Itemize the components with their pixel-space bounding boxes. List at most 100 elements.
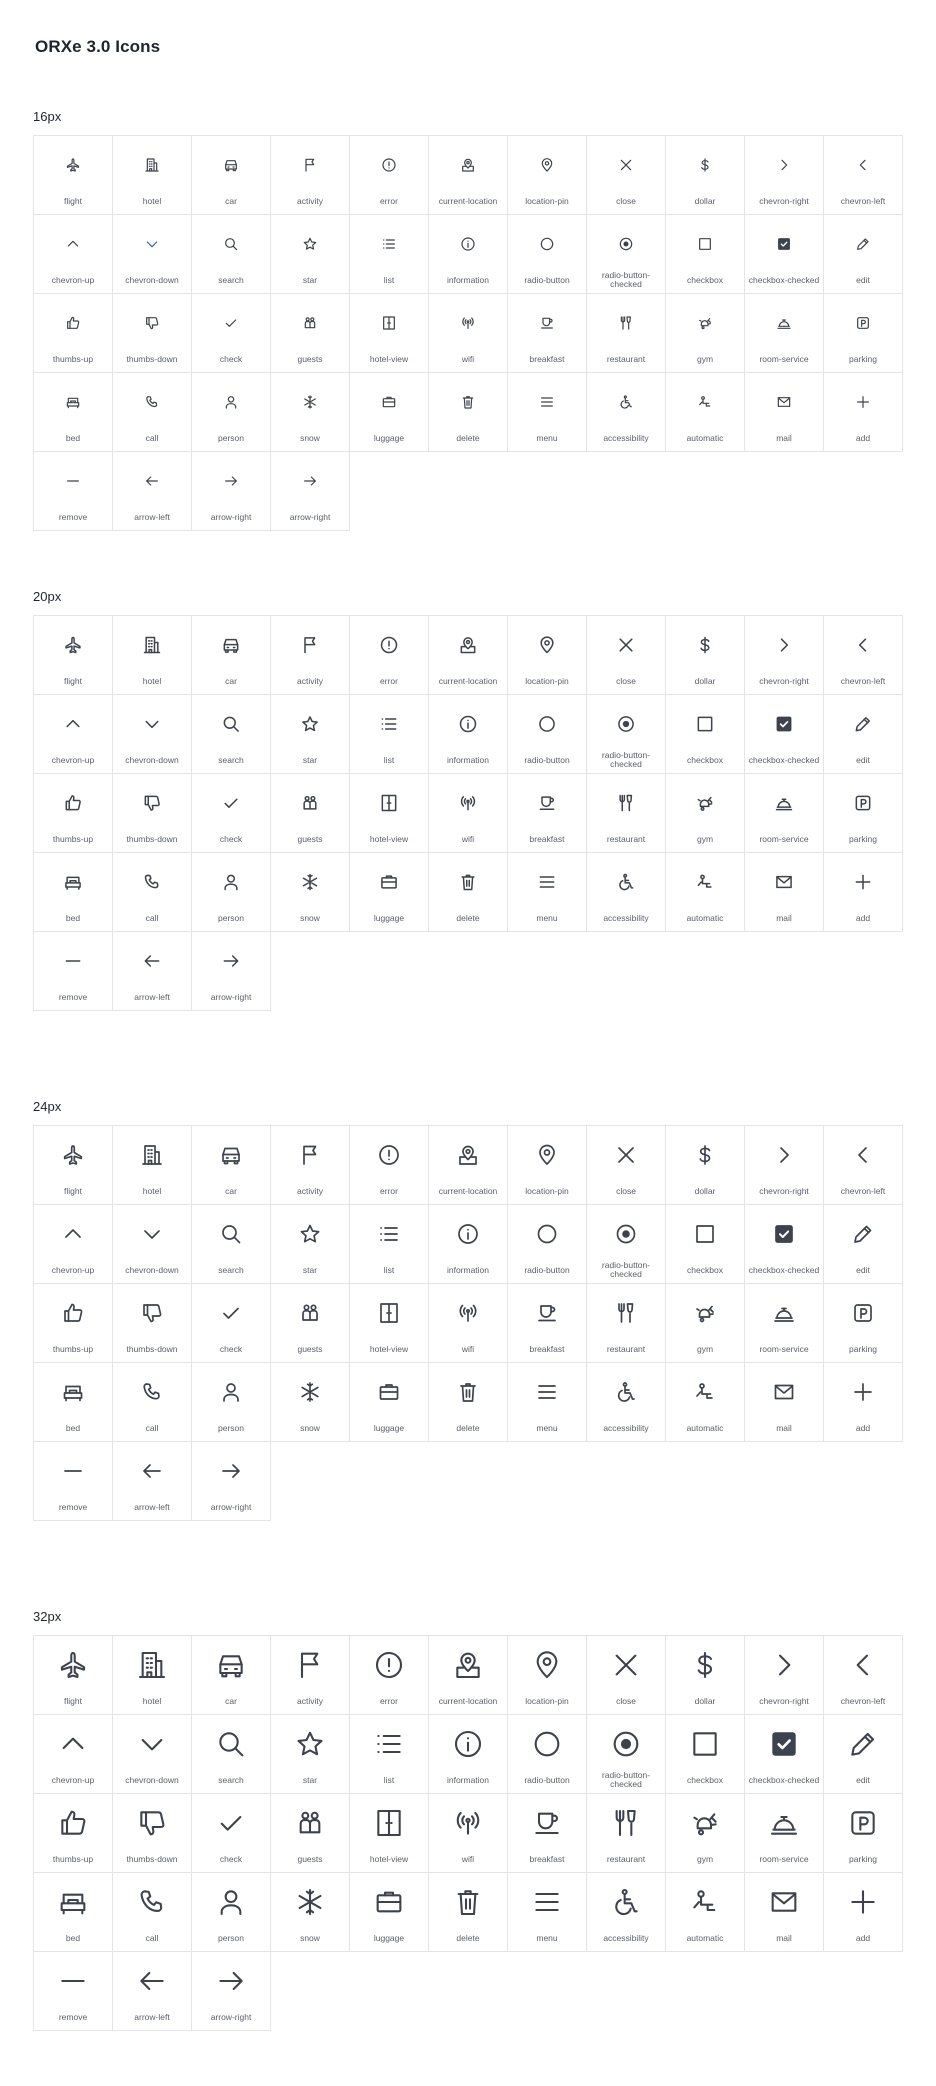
icon-tile-delete: delete — [429, 1363, 508, 1442]
icon-tile-chevron-left: chevron-left — [824, 1126, 903, 1205]
icon-label: edit — [856, 274, 870, 285]
star-icon — [298, 1222, 322, 1246]
icon-label: star — [302, 754, 318, 765]
bed-icon — [61, 1380, 85, 1404]
icon-tile-radio-button: radio-button — [508, 1715, 587, 1794]
bed-icon — [63, 872, 83, 892]
icon-tile-gym: gym — [666, 294, 745, 373]
gym-icon — [695, 793, 715, 813]
list-icon — [381, 236, 397, 252]
icon-tile-hotel-view: hotel-view — [350, 1284, 429, 1363]
radio-button-checked-icon — [610, 1728, 642, 1760]
page-title: ORXe 3.0 Icons — [35, 37, 161, 56]
icon-label: mail — [776, 912, 792, 923]
icon-label: edit — [856, 754, 870, 765]
icon-tile-error: error — [350, 136, 429, 215]
icon-label: call — [145, 1932, 159, 1943]
icon-tile-search: search — [192, 215, 271, 294]
call-icon — [136, 1886, 168, 1918]
menu-icon — [539, 394, 555, 410]
icon-tile-information: information — [429, 1715, 508, 1794]
icon-tile-checkbox-checked: checkbox-checked — [745, 695, 824, 774]
luggage-icon — [379, 872, 399, 892]
icon-tile-location-pin: location-pin — [508, 136, 587, 215]
menu-icon — [531, 1886, 563, 1918]
edit-icon — [855, 236, 871, 252]
thumbs-up-icon — [61, 1301, 85, 1325]
hotel-icon — [136, 1649, 168, 1681]
current-location-icon — [460, 157, 476, 173]
error-icon — [373, 1649, 405, 1681]
hotel-icon — [140, 1143, 164, 1167]
icon-label: arrow-left — [134, 1501, 170, 1512]
edit-icon — [853, 714, 873, 734]
guests-icon — [294, 1807, 326, 1839]
icon-label: thumbs-down — [126, 1853, 178, 1864]
icon-tile-activity: activity — [271, 136, 350, 215]
radio-button-icon — [535, 1222, 559, 1246]
icon-tile-breakfast: breakfast — [508, 294, 587, 373]
icon-label: add — [855, 1422, 871, 1433]
thumbs-up-icon — [63, 793, 83, 813]
icon-label: radio-button — [524, 274, 570, 285]
icon-tile-mail: mail — [745, 853, 824, 932]
icon-label: information — [446, 754, 490, 765]
icon-label: guests — [297, 1343, 323, 1354]
close-icon — [610, 1649, 642, 1681]
person-icon — [221, 872, 241, 892]
icon-label: edit — [856, 1264, 870, 1275]
icon-tile-search: search — [192, 1715, 271, 1794]
chevron-up-icon — [61, 1222, 85, 1246]
icon-tile-arrow-right: arrow-right — [192, 452, 271, 531]
restaurant-icon — [614, 1301, 638, 1325]
icon-tile-snow: snow — [271, 853, 350, 932]
icon-tile-gym: gym — [666, 1794, 745, 1873]
icon-label: thumbs-up — [52, 353, 94, 364]
icon-label: bed — [65, 1422, 81, 1433]
icon-tile-activity: activity — [271, 1126, 350, 1205]
person-icon — [219, 1380, 243, 1404]
icon-tile-activity: activity — [271, 616, 350, 695]
icon-tile-person: person — [192, 1873, 271, 1952]
icon-tile-checkbox: checkbox — [666, 215, 745, 294]
icon-label: edit — [856, 1774, 870, 1785]
icon-tile-wifi: wifi — [429, 294, 508, 373]
star-icon — [294, 1728, 326, 1760]
icon-label: checkbox-checked — [748, 274, 820, 285]
radio-button-icon — [531, 1728, 563, 1760]
icon-label: arrow-left — [134, 991, 170, 1002]
room-service-icon — [768, 1807, 800, 1839]
icon-tile-breakfast: breakfast — [508, 774, 587, 853]
accessibility-icon — [616, 872, 636, 892]
current-location-icon — [456, 1143, 480, 1167]
icon-label: hotel-view — [369, 353, 409, 364]
icon-tile-chevron-down: chevron-down — [113, 695, 192, 774]
gym-icon — [693, 1301, 717, 1325]
icon-label: chevron-up — [51, 754, 95, 765]
icon-label: hotel-view — [369, 1343, 409, 1354]
icon-label: chevron-down — [125, 1774, 179, 1785]
hotel-view-icon — [379, 793, 399, 813]
icon-label: luggage — [373, 1422, 405, 1433]
gym-icon — [689, 1807, 721, 1839]
icon-tile-add: add — [824, 373, 903, 452]
dollar-icon — [693, 1143, 717, 1167]
arrow-left-icon — [142, 951, 162, 971]
icon-label: chevron-left — [840, 1185, 886, 1196]
icon-section-16: 16px flight hotel car activity error current-… — [33, 108, 903, 531]
icon-tile-arrow-left: arrow-left — [113, 452, 192, 531]
close-icon — [614, 1143, 638, 1167]
icon-label: person — [218, 432, 244, 443]
icon-tile-restaurant: restaurant — [587, 294, 666, 373]
icon-label: restaurant — [606, 1853, 646, 1864]
list-icon — [377, 1222, 401, 1246]
icon-tile-chevron-up: chevron-up — [34, 1205, 113, 1284]
icon-label: snow — [300, 432, 320, 443]
checkbox-icon — [695, 714, 715, 734]
radio-button-checked-icon — [616, 714, 636, 734]
icon-label: car — [225, 195, 237, 206]
checkbox-checked-icon — [774, 714, 794, 734]
icon-label: chevron-right — [759, 195, 809, 206]
icon-section-20: 20px flight hotel car activity error current-… — [33, 588, 903, 1011]
icon-tile-edit: edit — [824, 695, 903, 774]
